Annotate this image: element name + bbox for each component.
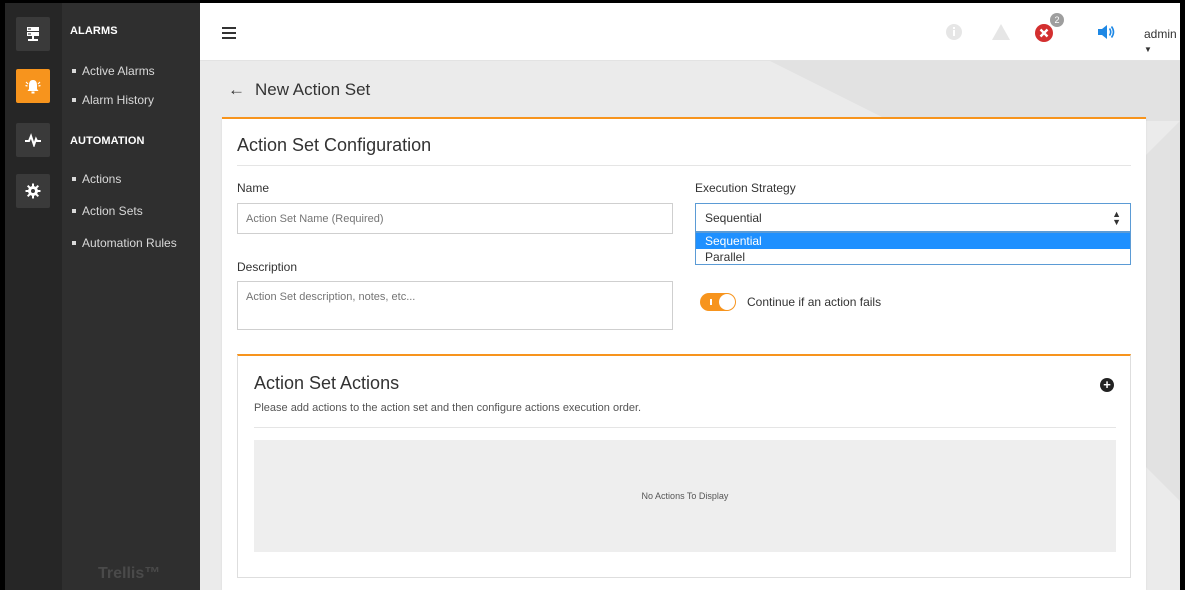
caret-down-icon: ▼ — [1144, 45, 1152, 54]
sidebar-item-label: Active Alarms — [82, 64, 155, 78]
sidebar-heading-alarms: ALARMS — [70, 25, 118, 37]
brand-logo: Trellis™ — [98, 565, 161, 582]
info-icon[interactable] — [945, 23, 963, 41]
rail-item-automation[interactable] — [16, 123, 50, 157]
card-title: Action Set Configuration — [237, 135, 432, 155]
sidebar-item-label: Actions — [82, 172, 122, 186]
plus-icon: + — [1103, 377, 1111, 392]
execution-strategy-label: Execution Strategy — [695, 181, 796, 195]
panel-title: Action Set Actions — [254, 373, 400, 393]
description-label: Description — [237, 260, 298, 274]
warning-icon[interactable] — [991, 23, 1011, 41]
empty-actions-placeholder: No Actions To Display — [254, 440, 1116, 552]
hamburger-menu-icon[interactable] — [222, 27, 236, 39]
sidebar: ALARMS Active Alarms Alarm History AUTOM… — [62, 3, 200, 590]
gear-icon — [25, 183, 41, 199]
alarm-bell-icon — [25, 80, 41, 94]
execution-strategy-dropdown: Sequential Parallel — [695, 232, 1131, 265]
select-caret-icon: ▲ ▼ — [1112, 209, 1121, 227]
rail-item-settings[interactable] — [16, 174, 50, 208]
sidebar-item-actions[interactable]: Actions — [72, 172, 121, 186]
bullet — [72, 69, 76, 73]
selected-strategy: Sequential — [705, 211, 762, 225]
panel-subtitle: Please add actions to the action set and… — [254, 402, 642, 414]
divider — [237, 165, 1131, 166]
sidebar-item-label: Automation Rules — [82, 236, 177, 250]
page-title: New Action Set — [255, 80, 371, 99]
server-icon — [27, 27, 39, 41]
toggle-knob — [719, 294, 735, 310]
critical-alarm-indicator[interactable]: 2 — [1034, 13, 1064, 43]
sidebar-item-automation-rules[interactable]: Automation Rules — [72, 236, 177, 250]
bullet — [72, 98, 76, 102]
back-arrow-icon[interactable]: ← — [228, 80, 245, 100]
bullet — [72, 241, 76, 245]
strategy-option-parallel[interactable]: Parallel — [696, 249, 1130, 265]
sidebar-item-active-alarms[interactable]: Active Alarms — [72, 64, 155, 78]
sidebar-item-alarm-history[interactable]: Alarm History — [72, 93, 154, 107]
divider — [254, 427, 1116, 428]
continue-on-fail-toggle[interactable] — [700, 293, 736, 311]
user-menu[interactable]: admin ▼ — [1144, 27, 1180, 55]
bullet — [72, 209, 76, 213]
continue-on-fail-label: Continue if an action fails — [747, 295, 882, 309]
page-header: ← New Action Set — [228, 80, 370, 100]
sidebar-item-label: Action Sets — [82, 204, 143, 218]
description-textarea[interactable] — [237, 281, 673, 330]
strategy-option-sequential[interactable]: Sequential — [696, 233, 1130, 249]
execution-strategy-select[interactable]: Sequential ▲ ▼ — [695, 203, 1131, 232]
action-set-actions-panel: Action Set Actions + Please add actions … — [237, 354, 1131, 578]
bullet — [72, 177, 76, 181]
action-set-configuration-card: Action Set Configuration Name Execution … — [222, 117, 1146, 590]
rail-item-alarms[interactable] — [16, 69, 50, 103]
critical-count-badge: 2 — [1050, 13, 1064, 27]
sidebar-item-label: Alarm History — [82, 93, 155, 107]
top-bar: 2 admin ▼ — [200, 3, 1180, 61]
user-name: admin — [1144, 27, 1177, 41]
name-input[interactable] — [237, 203, 673, 234]
sidebar-heading-automation: AUTOMATION — [70, 135, 145, 147]
rail-item-servers[interactable] — [16, 17, 50, 51]
empty-state-text: No Actions To Display — [641, 491, 729, 501]
toggle-on-indicator — [710, 299, 712, 305]
icon-rail — [5, 3, 62, 590]
add-action-button[interactable]: + — [1100, 378, 1114, 392]
name-label: Name — [237, 181, 270, 195]
speaker-icon[interactable] — [1097, 24, 1115, 40]
sidebar-item-action-sets[interactable]: Action Sets — [72, 204, 143, 218]
pulse-icon — [25, 133, 41, 147]
